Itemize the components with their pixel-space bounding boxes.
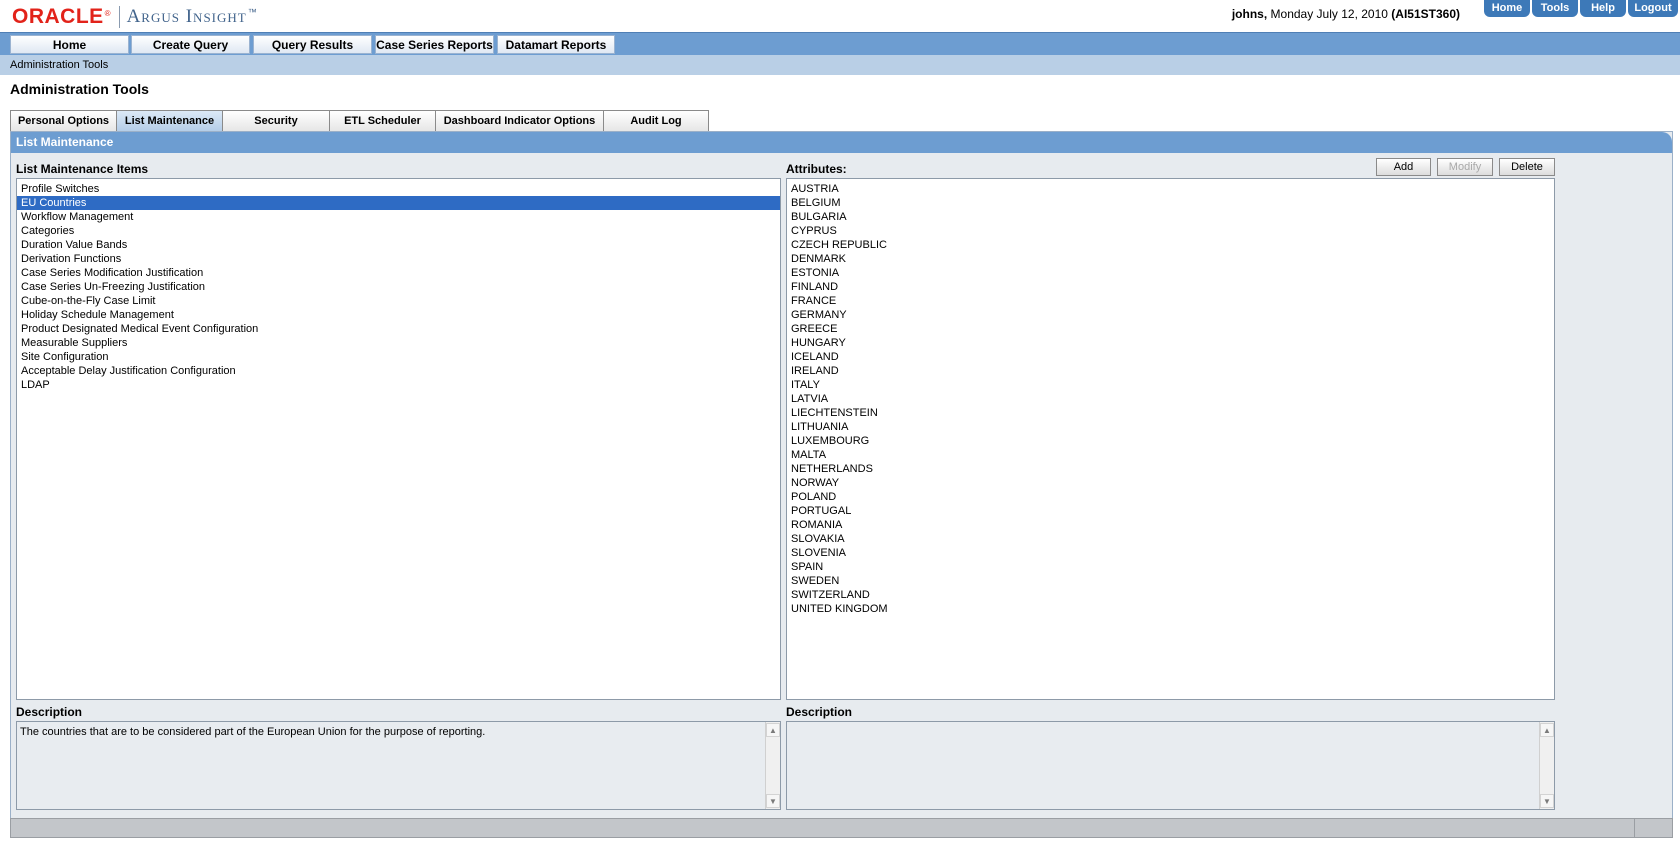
- left-description-label: Description: [16, 705, 83, 719]
- product-name: Argus Insight: [126, 6, 247, 27]
- list-item[interactable]: Holiday Schedule Management: [17, 308, 780, 322]
- attribute-item[interactable]: PORTUGAL: [787, 504, 1554, 518]
- list-item[interactable]: Workflow Management: [17, 210, 780, 224]
- list-item[interactable]: Site Configuration: [17, 350, 780, 364]
- tab-personal-options[interactable]: Personal Options: [10, 110, 116, 131]
- toplink-tools[interactable]: Tools: [1532, 0, 1578, 17]
- list-item[interactable]: Derivation Functions: [17, 252, 780, 266]
- list-item[interactable]: Acceptable Delay Justification Configura…: [17, 364, 780, 378]
- list-item[interactable]: Categories: [17, 224, 780, 238]
- main-nav: Home Create Query Query Results Case Ser…: [0, 32, 1680, 55]
- toplink-logout[interactable]: Logout: [1628, 0, 1678, 17]
- attribute-item[interactable]: BULGARIA: [787, 210, 1554, 224]
- attribute-item[interactable]: BELGIUM: [787, 196, 1554, 210]
- tab-audit-log[interactable]: Audit Log: [603, 110, 709, 131]
- nav-query-results[interactable]: Query Results: [253, 35, 372, 54]
- attribute-item[interactable]: SLOVENIA: [787, 546, 1554, 560]
- attribute-item[interactable]: NETHERLANDS: [787, 462, 1554, 476]
- list-item[interactable]: Case Series Modification Justification: [17, 266, 780, 280]
- scroll-down-icon[interactable]: ▼: [1540, 794, 1554, 808]
- left-description-scrollbar[interactable]: ▲ ▼: [765, 722, 780, 809]
- delete-button[interactable]: Delete: [1499, 158, 1555, 176]
- attribute-item[interactable]: MALTA: [787, 448, 1554, 462]
- attribute-item[interactable]: ROMANIA: [787, 518, 1554, 532]
- scroll-down-icon[interactable]: ▼: [766, 794, 780, 808]
- tab-list-maintenance[interactable]: List Maintenance: [116, 110, 222, 131]
- list-maintenance-items[interactable]: Profile Switches EU Countries Workflow Man…: [16, 178, 781, 700]
- list-item[interactable]: Product Designated Medical Event Configu…: [17, 322, 780, 336]
- left-description-field[interactable]: The countries that are to be considered …: [16, 721, 781, 810]
- nav-create-query[interactable]: Create Query: [131, 35, 250, 54]
- attribute-item[interactable]: LUXEMBOURG: [787, 434, 1554, 448]
- attributes-label: Attributes:: [786, 162, 847, 176]
- attribute-item[interactable]: SLOVAKIA: [787, 532, 1554, 546]
- list-item[interactable]: Case Series Un-Freezing Justification: [17, 280, 780, 294]
- list-item[interactable]: Profile Switches: [17, 182, 780, 196]
- attribute-item[interactable]: SWEDEN: [787, 574, 1554, 588]
- attribute-item[interactable]: GREECE: [787, 322, 1554, 336]
- attribute-item[interactable]: AUSTRIA: [787, 182, 1554, 196]
- list-item[interactable]: Measurable Suppliers: [17, 336, 780, 350]
- nav-case-series-reports[interactable]: Case Series Reports: [375, 35, 494, 54]
- attribute-item[interactable]: NORWAY: [787, 476, 1554, 490]
- attribute-item[interactable]: FRANCE: [787, 294, 1554, 308]
- attribute-item[interactable]: ESTONIA: [787, 266, 1554, 280]
- toplink-home[interactable]: Home: [1484, 0, 1530, 17]
- add-button[interactable]: Add: [1376, 158, 1431, 176]
- oracle-argus-logo: ORACLE ® Argus Insight ™: [12, 5, 257, 28]
- list-item[interactable]: Cube-on-the-Fly Case Limit: [17, 294, 780, 308]
- attribute-item[interactable]: FINLAND: [787, 280, 1554, 294]
- attribute-item[interactable]: SWITZERLAND: [787, 588, 1554, 602]
- attribute-item[interactable]: GERMANY: [787, 308, 1554, 322]
- toplink-help[interactable]: Help: [1580, 0, 1626, 17]
- list-item[interactable]: Duration Value Bands: [17, 238, 780, 252]
- tab-security[interactable]: Security: [222, 110, 329, 131]
- nav-datamart-reports[interactable]: Datamart Reports: [497, 35, 615, 54]
- attribute-item[interactable]: LITHUANIA: [787, 420, 1554, 434]
- list-item[interactable]: EU Countries: [17, 196, 780, 210]
- attribute-item[interactable]: HUNGARY: [787, 336, 1554, 350]
- attribute-item[interactable]: POLAND: [787, 490, 1554, 504]
- panel-title: List Maintenance: [11, 132, 1672, 153]
- attributes-list[interactable]: AUSTRIA BELGIUM BULGARIA CYPRUS CZECH REPUBL…: [786, 178, 1555, 700]
- right-description-scrollbar[interactable]: ▲ ▼: [1539, 722, 1554, 809]
- attribute-item[interactable]: LIECHTENSTEIN: [787, 406, 1554, 420]
- attribute-item[interactable]: CYPRUS: [787, 224, 1554, 238]
- attribute-item[interactable]: LATVIA: [787, 392, 1554, 406]
- right-description-label: Description: [786, 705, 853, 719]
- status-bar: [10, 818, 1673, 838]
- user-info: johns, Monday July 12, 2010 (AI51ST360): [1232, 7, 1460, 21]
- oracle-wordmark: ORACLE: [12, 5, 104, 28]
- scroll-up-icon[interactable]: ▲: [766, 723, 780, 737]
- list-items-label: List Maintenance Items: [16, 162, 149, 176]
- attribute-item[interactable]: IRELAND: [787, 364, 1554, 378]
- list-item[interactable]: LDAP: [17, 378, 780, 392]
- attribute-item[interactable]: DENMARK: [787, 252, 1554, 266]
- right-description-field[interactable]: ▲ ▼: [786, 721, 1555, 810]
- top-links: Home Tools Help Logout: [1482, 0, 1678, 18]
- current-date: Monday July 12, 2010: [1270, 7, 1388, 21]
- username: johns,: [1231, 7, 1268, 21]
- attribute-item[interactable]: UNITED KINGDOM: [787, 602, 1554, 616]
- tab-etl-scheduler[interactable]: ETL Scheduler: [329, 110, 435, 131]
- attribute-item[interactable]: ICELAND: [787, 350, 1554, 364]
- page-title: Administration Tools: [10, 81, 149, 97]
- server-id: (AI51ST360): [1391, 7, 1460, 21]
- scroll-up-icon[interactable]: ▲: [1540, 723, 1554, 737]
- attribute-item[interactable]: SPAIN: [787, 560, 1554, 574]
- attribute-item[interactable]: ITALY: [787, 378, 1554, 392]
- nav-home[interactable]: Home: [10, 35, 129, 54]
- admin-tabs: Personal Options List Maintenance Securi…: [10, 110, 709, 131]
- attribute-item[interactable]: CZECH REPUBLIC: [787, 238, 1554, 252]
- modify-button[interactable]: Modify: [1437, 158, 1493, 176]
- breadcrumb: Administration Tools: [0, 55, 1680, 75]
- left-description-text: The countries that are to be considered …: [20, 726, 486, 738]
- tab-dashboard-indicator-options[interactable]: Dashboard Indicator Options: [435, 110, 603, 131]
- app-header: ORACLE ® Argus Insight ™ johns, Monday J…: [0, 0, 1680, 32]
